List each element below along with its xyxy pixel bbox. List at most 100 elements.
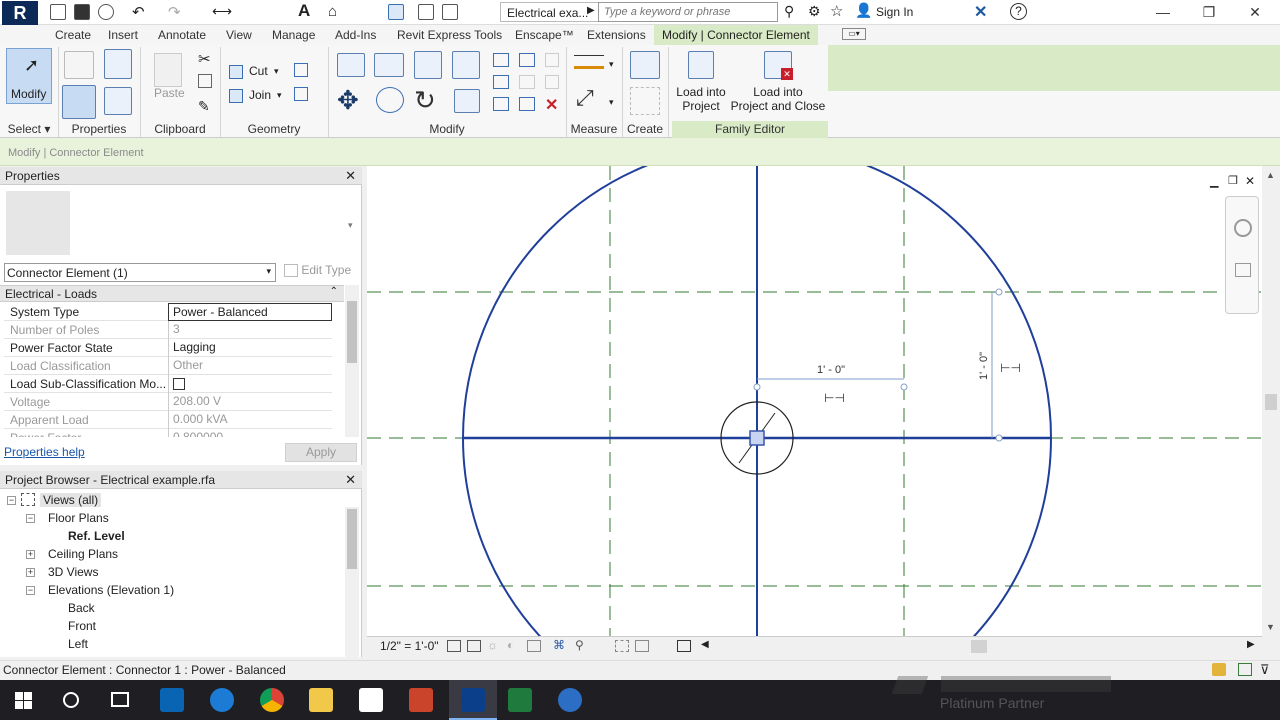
edge-icon[interactable] <box>210 688 234 712</box>
project-browser-close-icon[interactable]: ✕ <box>345 471 356 489</box>
measure-distance-icon[interactable] <box>574 55 604 69</box>
cut-label[interactable]: Cut <box>249 64 268 78</box>
reveal-hidden-icon[interactable]: ⚲ <box>575 638 584 652</box>
sun-path-icon[interactable]: ☼ <box>487 638 498 652</box>
category-icon[interactable] <box>104 87 132 115</box>
tree-toggle-views[interactable]: − <box>7 496 16 505</box>
property-row[interactable]: Load Classification Other <box>4 357 332 375</box>
text-icon[interactable]: A <box>298 1 310 21</box>
view-scale[interactable]: 1/2" = 1'-0" <box>380 639 439 653</box>
tree-item-elevations[interactable]: Elevations (Elevation 1) <box>48 583 174 597</box>
tab-enscape[interactable]: Enscape™ <box>507 25 582 45</box>
tab-insert[interactable]: Insert <box>100 25 146 45</box>
type-properties-icon[interactable] <box>64 51 94 79</box>
tree-item-left[interactable]: Left <box>68 637 88 651</box>
property-value[interactable]: Power - Balanced <box>168 303 332 321</box>
property-value[interactable]: 0.800000 <box>168 429 332 437</box>
tab-extensions[interactable]: Extensions <box>579 25 654 45</box>
constraints-icon[interactable] <box>677 640 691 652</box>
detail-level-icon[interactable] <box>447 640 461 652</box>
property-row[interactable]: Power Factor0.800000 <box>4 429 332 437</box>
file-explorer-icon[interactable] <box>309 688 333 712</box>
steering-wheel-icon[interactable] <box>1234 219 1252 237</box>
property-row[interactable]: Voltage 208.00 V <box>4 393 332 411</box>
tab-view[interactable]: View <box>218 25 260 45</box>
property-value[interactable]: 3 <box>168 321 332 339</box>
tree-item-views-all[interactable]: Views (all) <box>40 493 102 507</box>
open-icon[interactable] <box>50 4 66 20</box>
visual-style-icon[interactable] <box>467 640 481 652</box>
tab-add-ins[interactable]: Add-Ins <box>327 25 384 45</box>
restore-button[interactable]: ❐ <box>1186 0 1232 25</box>
analytical-model-icon[interactable] <box>615 640 629 652</box>
modify-button[interactable]: ➚ Modify <box>6 48 52 104</box>
join-dropdown-icon[interactable]: ▾ <box>277 90 282 101</box>
browser-scroll-thumb[interactable] <box>347 509 357 569</box>
expand-arrow-icon[interactable]: ▶ <box>587 5 595 16</box>
type-image-scroll-icon[interactable]: ▾ <box>348 220 353 231</box>
property-row[interactable]: Number of Poles 3 <box>4 321 332 339</box>
copy-icon[interactable] <box>198 74 212 88</box>
tab-create[interactable]: Create <box>47 25 99 45</box>
canvas-right-scroll[interactable]: ▲ ▼ <box>1262 166 1280 636</box>
tree-item-front[interactable]: Front <box>68 619 96 633</box>
temporary-hide-icon[interactable]: ⌘ <box>553 638 565 652</box>
help-icon[interactable]: ? <box>1010 3 1027 20</box>
editable-only-icon[interactable] <box>1238 663 1252 676</box>
tree-item-back[interactable]: Back <box>68 601 95 615</box>
create-similar-icon[interactable] <box>630 51 660 79</box>
hscroll-thumb[interactable] <box>971 640 987 653</box>
tree-item-floor-plans[interactable]: Floor Plans <box>48 511 109 525</box>
design-options-icon[interactable] <box>1212 663 1226 676</box>
sync-icon[interactable] <box>98 4 114 20</box>
outlook-icon[interactable] <box>160 688 184 712</box>
binoculars-icon[interactable]: ⚲ <box>784 3 794 20</box>
join-icon[interactable] <box>229 89 243 103</box>
property-row[interactable]: System Type Power - Balanced <box>4 303 332 321</box>
property-row[interactable]: Load Sub-Classification Mo... <box>4 375 332 393</box>
copy-element-icon[interactable] <box>376 87 404 113</box>
view-close-icon[interactable]: ✕ <box>1245 174 1255 188</box>
filter-icon[interactable]: ⊽ <box>1260 661 1270 679</box>
tree-item-3d-views[interactable]: 3D Views <box>48 565 98 579</box>
join-label[interactable]: Join <box>249 88 271 102</box>
browser-scrollbar[interactable] <box>345 507 359 657</box>
array-icon[interactable] <box>493 75 509 89</box>
property-row[interactable]: Power Factor State Lagging <box>4 339 332 357</box>
align-icon[interactable] <box>337 53 365 77</box>
cut-dropdown-icon[interactable]: ▾ <box>274 66 279 77</box>
3d-view-icon[interactable]: ⌂ <box>328 3 337 20</box>
drawing-canvas[interactable]: 1' - 0" ⊢⊣ 1' - 0" ⊢⊣ ▁ ❐ ✕ <box>367 166 1262 636</box>
load-into-project-button[interactable]: Load into Project <box>676 85 726 113</box>
wall-joins-icon[interactable] <box>294 63 308 77</box>
powerpoint-icon[interactable] <box>409 688 433 712</box>
thin-lines-icon[interactable] <box>388 4 404 20</box>
undo-icon[interactable]: ↶ <box>132 3 145 21</box>
properties-icon[interactable] <box>62 85 96 119</box>
tab-revit-express-tools[interactable]: Revit Express Tools <box>389 25 510 45</box>
measure-icon[interactable]: ⟷ <box>212 3 232 20</box>
cut-geometry-icon[interactable] <box>229 65 243 79</box>
tree-toggle-floor-plans[interactable]: − <box>26 514 35 523</box>
revit-taskbar-button[interactable] <box>449 680 497 720</box>
tree-toggle-ceiling-plans[interactable]: + <box>26 550 35 559</box>
search-input[interactable] <box>598 2 778 22</box>
property-value[interactable]: Other <box>168 357 332 375</box>
dimension-icon[interactable]: ⤢ <box>576 85 594 111</box>
property-value[interactable] <box>168 375 332 393</box>
tab-annotate[interactable]: Annotate <box>150 25 214 45</box>
move-icon[interactable]: ✥ <box>337 85 359 116</box>
excel-icon[interactable] <box>508 688 532 712</box>
select-dropdown[interactable]: Select ▾ <box>0 121 58 138</box>
apply-button[interactable]: Apply <box>285 443 357 462</box>
redo-icon[interactable]: ↷ <box>168 3 181 21</box>
hscroll-left-icon[interactable]: ◀ <box>701 639 709 650</box>
property-value[interactable]: 0.000 kVA <box>168 411 332 429</box>
tab-modify-connector-element[interactable]: Modify | Connector Element <box>654 25 818 45</box>
lock-icon[interactable] <box>545 53 559 67</box>
snowflake-app-icon[interactable] <box>558 688 582 712</box>
dimension-dropdown-icon[interactable]: ▾ <box>609 97 614 108</box>
load-into-project-icon[interactable] <box>688 51 714 79</box>
trim-icon[interactable] <box>454 89 480 113</box>
load-into-project-close-icon[interactable]: ✕ <box>764 51 793 80</box>
